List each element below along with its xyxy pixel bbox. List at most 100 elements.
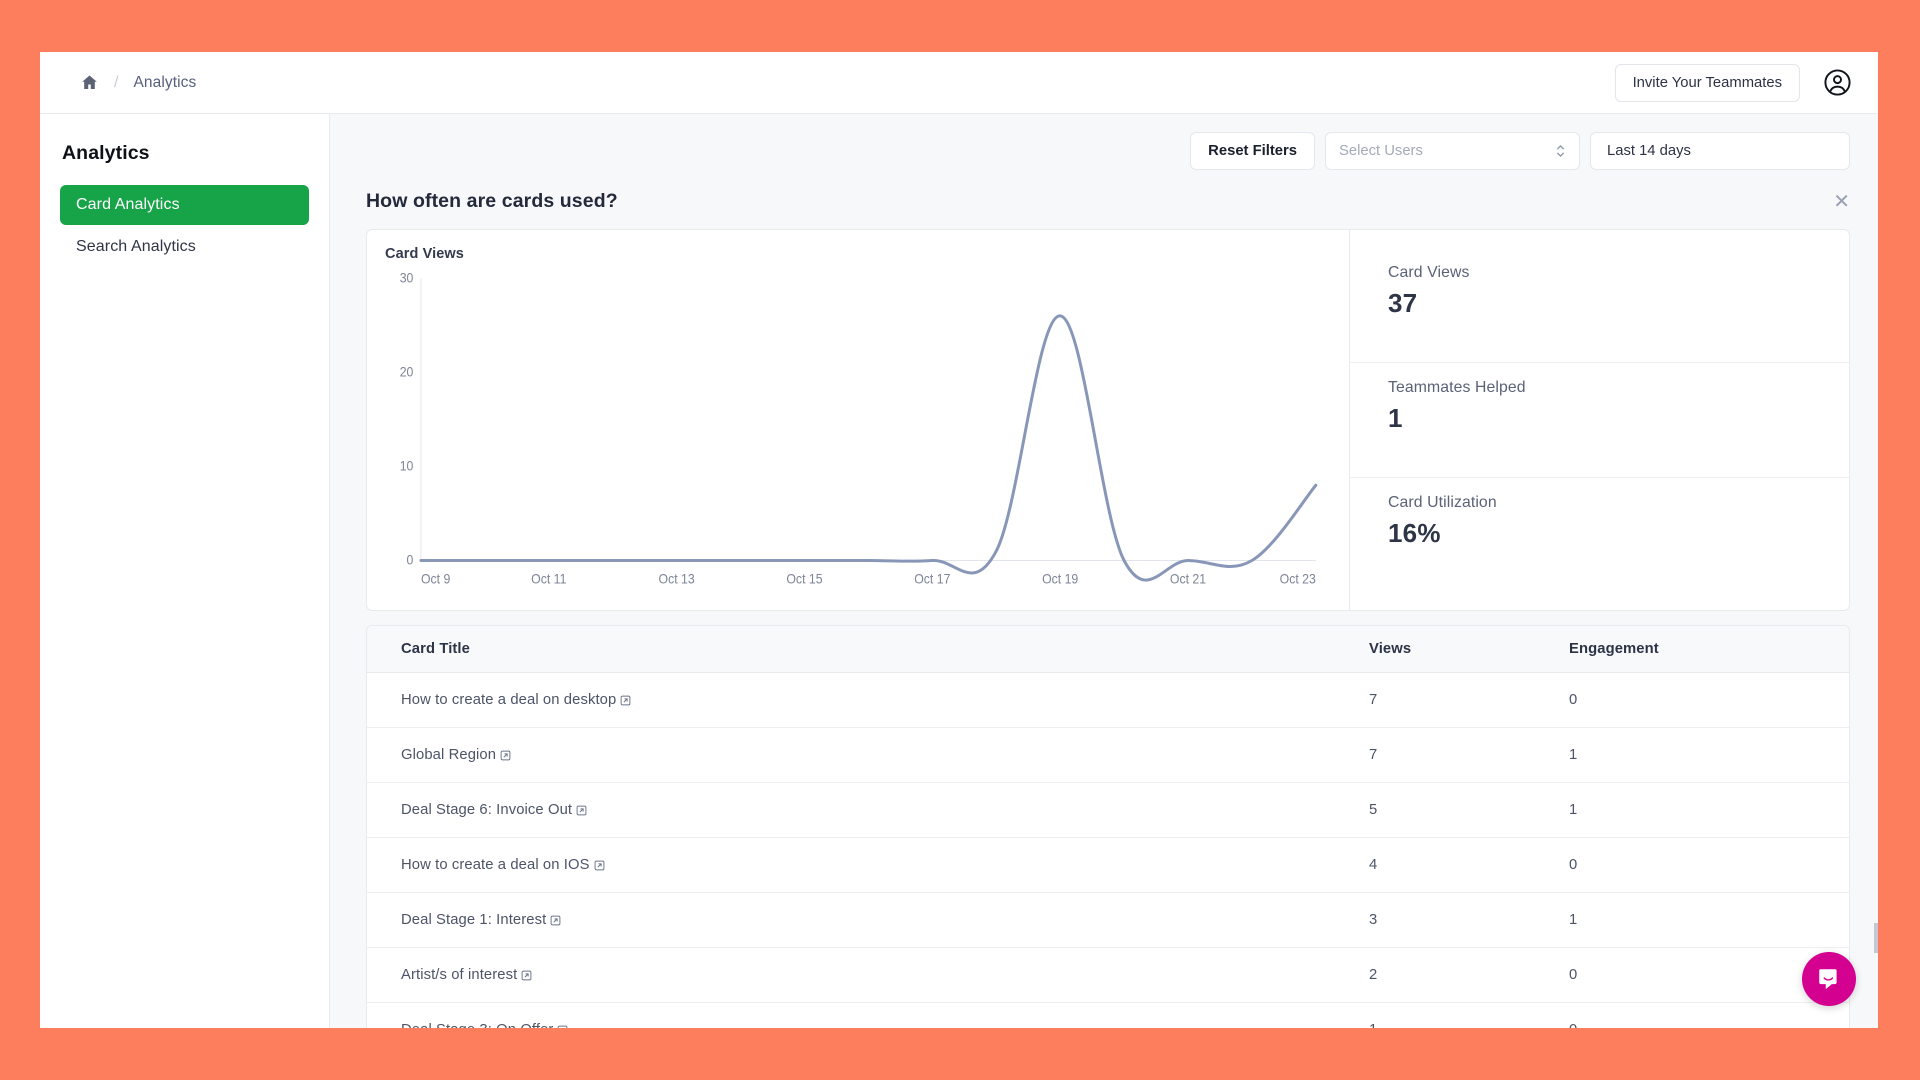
select-users-dropdown[interactable]: Select Users [1325,132,1580,170]
table-row: Artist/s of interest 2 0 [367,947,1849,1003]
svg-text:Oct 11: Oct 11 [531,571,566,587]
stat-label: Card Utilization [1388,494,1497,511]
table-row: Deal Stage 3: On Offer 10 [367,1002,1849,1028]
cards-table: Card Title Views Engagement How to creat… [366,625,1850,1028]
svg-text:0: 0 [407,552,414,568]
svg-text:Oct 23: Oct 23 [1280,571,1316,587]
table-body: How to create a deal on desktop 7 0 Global … [367,672,1849,1028]
section-header: How often are cards used? ✕ [330,170,1878,213]
cell-engagement: 1 [1569,892,1849,948]
table-row: Global Region 7 1 [367,727,1849,783]
svg-text:Oct 15: Oct 15 [786,571,822,587]
scroll-handle[interactable] [1870,919,1878,957]
reset-filters-button[interactable]: Reset Filters [1190,132,1315,170]
card-title-link[interactable]: Deal Stage 3: On Offer [401,1022,568,1028]
cell-engagement: 0 [1569,837,1849,893]
stat-value: 37 [1388,288,1418,318]
stat-value: 16% [1388,518,1441,548]
date-range-picker[interactable]: Last 14 days [1590,132,1850,170]
cell-views: 1 [1369,1002,1569,1028]
cell-engagement: 1 [1569,727,1849,783]
card-views-line-chart: 0 10 20 30 Oct 9 Oct 11 Oct 13 Oct 15 Oct 17 Oct … [385,270,1331,602]
sidebar-item-search-analytics[interactable]: Search Analytics [60,227,309,267]
stat-teammates-helped: Teammates Helped 1 [1350,362,1849,477]
chart-caption: Card Views [385,246,464,262]
card-title-link[interactable]: Global Region [401,747,511,763]
external-link-icon [620,693,631,707]
external-link-icon [576,803,587,817]
select-users-placeholder: Select Users [1339,143,1423,159]
cell-card-title: How to create a deal on desktop [367,672,1369,728]
sidebar-title: Analytics [62,142,150,164]
invite-teammates-button[interactable]: Invite Your Teammates [1614,63,1800,102]
cell-views: 7 [1369,672,1569,728]
cell-engagement: 0 [1569,1002,1849,1028]
stats-panel: Card Views 37 Teammates Helped 1 Card Ut… [1349,230,1849,610]
sidebar-item-label: Search Analytics [76,238,196,255]
filter-bar: Reset Filters Select Users Last 14 days [330,114,1878,170]
cell-views: 3 [1369,892,1569,948]
card-title-link[interactable]: Deal Stage 1: Interest [401,912,561,928]
cell-card-title: Global Region [367,727,1369,783]
svg-text:20: 20 [400,364,414,380]
svg-text:10: 10 [400,458,414,474]
svg-text:Oct 17: Oct 17 [914,571,950,587]
sidebar-item-label: Card Analytics [76,196,180,213]
stat-label: Teammates Helped [1388,379,1526,396]
table-row: Deal Stage 1: Interest 3 1 [367,892,1849,948]
column-header-views[interactable]: Views [1369,626,1569,673]
chevron-up-down-icon [1555,142,1566,160]
table: Card Title Views Engagement How to creat… [367,626,1849,1028]
top-bar-actions: Invite Your Teammates [1614,63,1852,102]
column-header-engagement[interactable]: Engagement [1569,626,1849,673]
chart-panel: Card Views 0 10 20 30 Oct 9 Oct 11 Oct 13 Oct 1… [367,230,1349,610]
external-link-icon [500,748,511,762]
external-link-icon [550,913,561,927]
table-row: How to create a deal on IOS 4 0 [367,837,1849,893]
close-icon[interactable]: ✕ [1833,190,1850,212]
cell-card-title: Deal Stage 3: On Offer [367,1002,1369,1028]
card-title-link[interactable]: How to create a deal on desktop [401,692,631,708]
cell-views: 4 [1369,837,1569,893]
stat-card-utilization: Card Utilization 16% [1350,477,1849,592]
stat-value: 1 [1388,403,1403,433]
app-window: / Analytics Invite Your Teammates Analyt… [40,52,1878,1028]
table-head: Card Title Views Engagement [367,626,1849,673]
date-range-value: Last 14 days [1607,143,1691,159]
sidebar-nav: Card Analytics Search Analytics [60,185,309,267]
main-content: Reset Filters Select Users Last 14 days [330,114,1878,1028]
card-title-link[interactable]: How to create a deal on IOS [401,857,605,873]
user-circle-icon[interactable] [1822,68,1852,98]
cell-card-title: Artist/s of interest [367,947,1369,1003]
cell-views: 7 [1369,727,1569,783]
column-header-card-title[interactable]: Card Title [367,626,1369,673]
svg-text:Oct 21: Oct 21 [1170,571,1206,587]
svg-text:Oct 13: Oct 13 [659,571,695,587]
top-bar: / Analytics Invite Your Teammates [40,52,1878,114]
sidebar-item-card-analytics[interactable]: Card Analytics [60,185,309,225]
cell-engagement: 0 [1569,672,1849,728]
breadcrumb-analytics[interactable]: Analytics [133,74,196,92]
chart-card: Card Views 0 10 20 30 Oct 9 Oct 11 Oct 13 Oct 1… [366,229,1850,611]
external-link-icon [557,1023,568,1028]
scroll-area: Card Views 0 10 20 30 Oct 9 Oct 11 Oct 13 Oct 1… [330,213,1878,1028]
breadcrumb-separator: / [114,73,119,91]
sidebar: Analytics Card Analytics Search Analytic… [40,114,330,1028]
cell-card-title: Deal Stage 1: Interest [367,892,1369,948]
card-title-link[interactable]: Artist/s of interest [401,967,532,983]
cell-engagement: 1 [1569,782,1849,838]
stat-card-views: Card Views 37 [1350,248,1849,362]
stat-label: Card Views [1388,264,1470,281]
cell-card-title: Deal Stage 6: Invoice Out [367,782,1369,838]
svg-text:Oct 9: Oct 9 [421,571,450,587]
card-title-link[interactable]: Deal Stage 6: Invoice Out [401,802,587,818]
chat-bubble-icon[interactable] [1802,952,1856,1006]
svg-text:Oct 19: Oct 19 [1042,571,1078,587]
external-link-icon [594,858,605,872]
section-title: How often are cards used? [366,190,618,212]
breadcrumb: / Analytics [80,73,196,92]
cell-card-title: How to create a deal on IOS [367,837,1369,893]
table-header-row: Card Title Views Engagement [367,626,1849,673]
external-link-icon [521,968,532,982]
home-icon[interactable] [80,73,99,92]
